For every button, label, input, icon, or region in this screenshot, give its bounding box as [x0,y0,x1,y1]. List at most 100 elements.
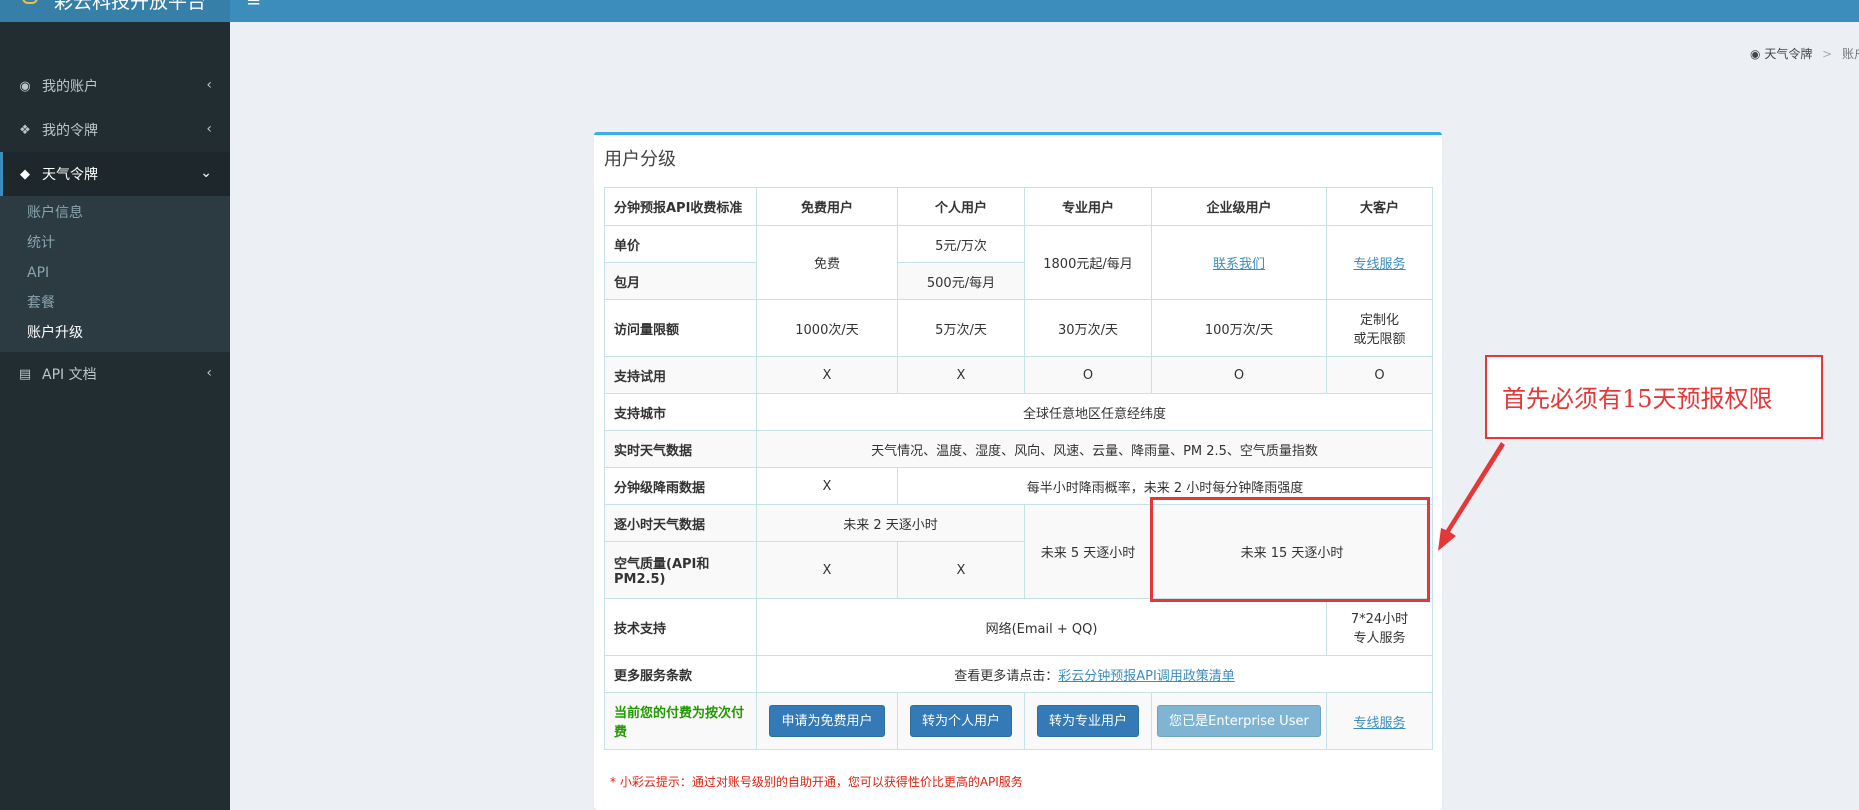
app-logo[interactable]: 彩云科技开放平台 [0,0,230,22]
dedicated-service-link[interactable]: 专线服务 [1353,257,1405,272]
row-label: 支持试用 [604,356,757,394]
table-cell: 1000次/天 [756,299,898,357]
breadcrumb-home[interactable]: 天气令牌 [1764,47,1812,61]
table-cell: 定制化 或无限额 [1326,299,1433,357]
table-cell: 申请为免费用户 [756,692,898,750]
table-cell: 免费 [756,225,898,300]
table-cell: O [1024,356,1152,394]
row-label: 实时天气数据 [604,430,757,468]
sidebar-item-my-account[interactable]: ◉ 我的账户 ‹ [0,64,230,108]
switch-pro-button[interactable]: 转为专业用户 [1036,705,1139,737]
table-row: 访问量限额 1000次/天 5万次/天 30万次/天 100万次/天 定制化 或… [604,299,1433,357]
sidebar-submenu: 账户信息 统计 API 套餐 账户升级 [0,196,230,352]
header-cell: 专业用户 [1024,187,1152,226]
submenu-item-api[interactable]: API [0,258,230,288]
sidebar-item-label: API 文档 [42,367,97,383]
row-label: 包月 [604,262,757,300]
submenu-item-upgrade[interactable]: 账户升级 [0,318,230,348]
table-cell: 专线服务 [1326,692,1433,750]
header-cell: 分钟预报API收费标准 [604,187,757,226]
book-icon: ▤ [18,366,32,382]
cubes-icon: ❖ [19,122,31,138]
table-cell: 您已是Enterprise User [1151,692,1327,750]
header-cell: 企业级用户 [1151,187,1327,226]
enterprise-status-button: 您已是Enterprise User [1157,705,1321,737]
table-cell: 30万次/天 [1024,299,1152,357]
cell-line: 专人服务 [1353,631,1406,646]
table-row: 支持试用 X X O O O [604,356,1433,394]
table-header-row: 分钟预报API收费标准 免费用户 个人用户 专业用户 企业级用户 大客户 [604,187,1433,226]
logo-icon [22,0,38,4]
sidebar: ◉ 我的账户 ‹ ❖ 我的令牌 ‹ ◆ 天气令牌 ⌄ 账户信息 统计 API 套… [0,22,230,810]
sidebar-item-label: 我的账户 [42,79,98,95]
table-cell: 未来 5 天逐小时 [1024,504,1152,599]
tip-text: * 小彩云提示：通过对账号级别的自助开通，您可以获得性价比更高的API服务 [610,775,1023,789]
sidebar-toggle-icon[interactable]: ≡ [246,0,261,10]
table-cell: 天气情况、温度、湿度、风向、风速、云量、降雨量、PM 2.5、空气质量指数 [756,430,1433,468]
breadcrumb-current: 账户 [1842,47,1859,61]
table-cell: 100万次/天 [1151,299,1327,357]
row-label: 分钟级降雨数据 [604,467,757,505]
annotation-text: 首先必须有15天预报权限 [1502,385,1773,413]
cell-line: 7*24小时 [1350,612,1409,627]
table-cell: X [897,541,1025,599]
table-row: 技术支持 网络(Email + QQ) 7*24小时 专人服务 [604,598,1433,656]
box-title: 用户分级 [604,149,676,170]
submenu-item-account-info[interactable]: 账户信息 [0,198,230,228]
cube-icon: ◆ [20,166,30,182]
table-cell: 专线服务 [1326,225,1433,300]
row-label: 更多服务条款 [604,655,757,693]
table-cell: 5元/万次 [897,225,1025,263]
row-label: 当前您的付费为按次付费 [604,692,757,750]
row-label: 空气质量(API和PM2.5) [604,541,757,599]
dashboard-icon: ◉ [19,78,31,94]
chevron-left-icon: ‹ [206,121,212,137]
table-cell: X [756,356,898,394]
switch-personal-button[interactable]: 转为个人用户 [909,705,1012,737]
header-cell: 个人用户 [897,187,1025,226]
row-label: 技术支持 [604,598,757,656]
sidebar-item-my-tokens[interactable]: ❖ 我的令牌 ‹ [0,108,230,152]
table-row: 单价 免费 5元/万次 1800元起/每月 联系我们 专线服务 [604,225,1433,300]
submenu-item-stats[interactable]: 统计 [0,228,230,258]
top-navbar: 彩云科技开放平台 ≡ [0,0,1859,22]
table-cell: 转为个人用户 [897,692,1025,750]
sidebar-item-weather-token[interactable]: ◆ 天气令牌 ⌄ [0,152,230,196]
table-row: 当前您的付费为按次付费 申请为免费用户 转为个人用户 转为专业用户 您已是Ent… [604,692,1433,750]
sidebar-item-label: 我的令牌 [42,123,98,139]
table-cell: O [1151,356,1327,394]
chevron-left-icon: ‹ [206,365,212,381]
sidebar-item-api-docs[interactable]: ▤ API 文档 ‹ [0,352,230,396]
table-cell: X [756,541,898,599]
row-label: 逐小时天气数据 [604,504,757,542]
table-cell: 转为专业用户 [1024,692,1152,750]
submenu-item-plans[interactable]: 套餐 [0,288,230,318]
table-cell: 500元/每月 [897,262,1025,300]
table-cell: 7*24小时 专人服务 [1326,598,1433,656]
apply-free-button[interactable]: 申请为免费用户 [769,705,885,737]
table-row: 支持城市 全球任意地区任意经纬度 [604,393,1433,431]
dedicated-service-link[interactable]: 专线服务 [1353,716,1405,731]
table-cell: 网络(Email + QQ) [756,598,1327,656]
logo-text: 彩云科技开放平台 [54,0,207,13]
table-cell: X [756,467,898,505]
policy-link[interactable]: 彩云分钟预报API调用政策清单 [1058,669,1235,684]
breadcrumb-separator: > [1822,47,1833,61]
terms-prefix: 查看更多请点击： [954,668,1059,684]
table-cell: 联系我们 [1151,225,1327,300]
table-cell: 查看更多请点击：彩云分钟预报API调用政策清单 [756,655,1433,693]
header-cell: 免费用户 [756,187,898,226]
chevron-down-icon: ⌄ [200,165,212,181]
row-label: 单价 [604,225,757,263]
table-row: 实时天气数据 天气情况、温度、湿度、风向、风速、云量、降雨量、PM 2.5、空气… [604,430,1433,468]
table-cell: 1800元起/每月 [1024,225,1152,300]
table-row: 更多服务条款 查看更多请点击：彩云分钟预报API调用政策清单 [604,655,1433,693]
contact-us-link[interactable]: 联系我们 [1213,257,1265,272]
cell-line: 或无限额 [1353,332,1406,347]
table-cell: 5万次/天 [897,299,1025,357]
table-cell: X [897,356,1025,394]
chevron-left-icon: ‹ [206,77,212,93]
header-cell: 大客户 [1326,187,1433,226]
row-label: 访问量限额 [604,299,757,357]
sidebar-item-label: 天气令牌 [42,167,98,183]
